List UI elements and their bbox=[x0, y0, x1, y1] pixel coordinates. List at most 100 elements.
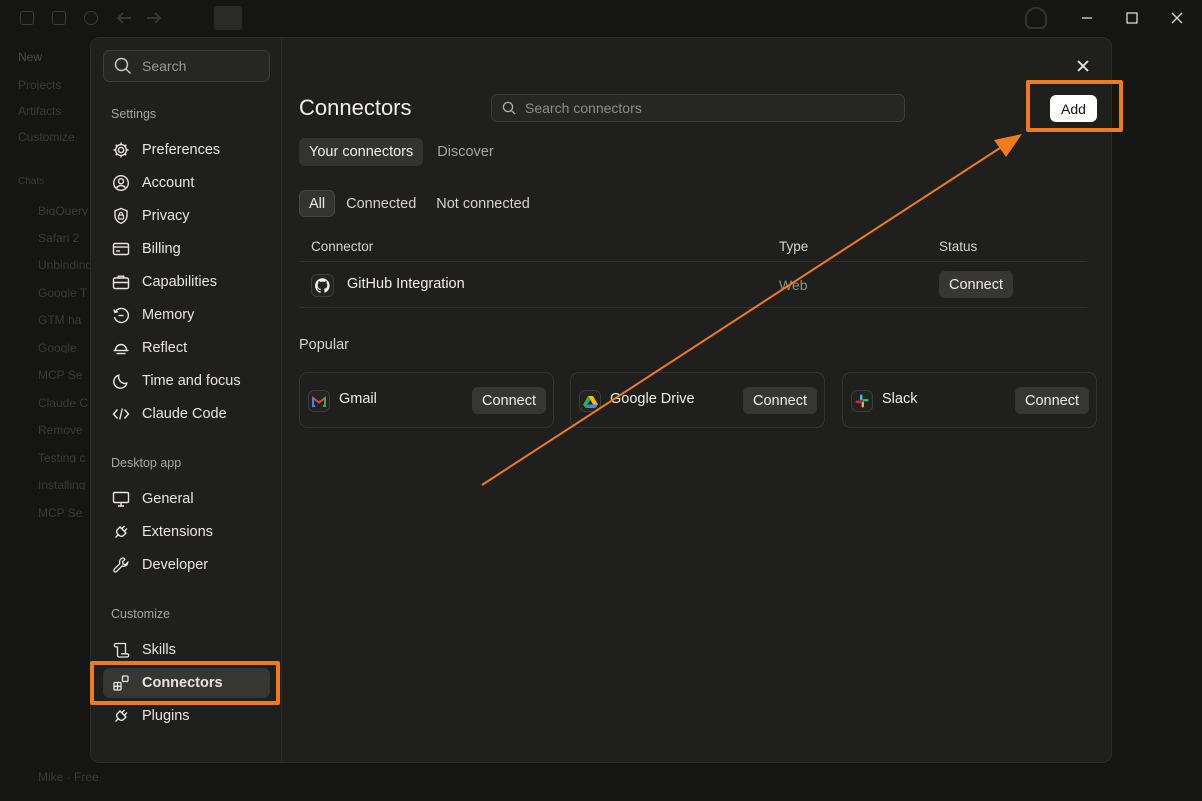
maximize-icon[interactable] bbox=[1123, 9, 1141, 27]
sidebar-toggle-icon bbox=[20, 11, 34, 25]
forward-arrow-icon bbox=[146, 11, 162, 25]
column-status: Status bbox=[939, 239, 978, 254]
briefcase-icon bbox=[112, 275, 130, 290]
nav-label: Developer bbox=[142, 557, 209, 573]
panel-icon bbox=[52, 11, 66, 25]
moon-icon bbox=[113, 374, 128, 389]
nav-label: Claude Code bbox=[142, 406, 227, 422]
column-type: Type bbox=[779, 239, 809, 254]
nav-item-connectors[interactable]: Connectors bbox=[103, 668, 270, 698]
nav-label: Extensions bbox=[142, 524, 213, 540]
nav-item-claude-code[interactable]: Claude Code bbox=[103, 399, 270, 429]
credit-card-icon bbox=[112, 242, 130, 256]
window-close-icon[interactable] bbox=[1168, 9, 1186, 27]
popular-card-gmail: Gmail Connect bbox=[299, 372, 554, 428]
tab-discover[interactable]: Discover bbox=[427, 138, 503, 166]
section-label-settings: Settings bbox=[111, 107, 157, 121]
connect-gmail-button[interactable]: Connect bbox=[471, 387, 546, 414]
connectors-search-placeholder: Search connectors bbox=[525, 100, 642, 116]
connectors-search-input[interactable]: Search connectors bbox=[491, 94, 905, 122]
search-icon bbox=[502, 101, 516, 115]
slack-icon bbox=[851, 390, 873, 412]
connector-tabs: Your connectors Discover bbox=[299, 138, 504, 166]
add-connector-button[interactable]: Add bbox=[1050, 95, 1097, 122]
popular-card-slack: Slack Connect bbox=[842, 372, 1097, 428]
bg-user: Mike · Free bbox=[38, 770, 99, 782]
page-title: Connectors bbox=[299, 95, 412, 120]
filter-all[interactable]: All bbox=[299, 190, 336, 217]
nav-item-developer[interactable]: Developer bbox=[103, 550, 270, 580]
nav-label: Capabilities bbox=[142, 274, 217, 290]
background-toolbar bbox=[0, 0, 1202, 36]
connect-slack-button[interactable]: Connect bbox=[1014, 387, 1089, 414]
nav-item-preferences[interactable]: Preferences bbox=[103, 135, 270, 165]
nav-item-skills[interactable]: Skills bbox=[103, 635, 270, 665]
card-name: Slack bbox=[882, 391, 918, 407]
bg-item: New bbox=[18, 50, 43, 62]
nav-label: Reflect bbox=[142, 340, 188, 356]
nav-item-account[interactable]: Account bbox=[103, 168, 270, 198]
shield-lock-icon bbox=[114, 207, 128, 225]
nav-item-general[interactable]: General bbox=[103, 484, 270, 514]
bg-item: Projects bbox=[18, 78, 62, 90]
nav-label: Privacy bbox=[142, 208, 190, 224]
nav-item-reflect[interactable]: Reflect bbox=[103, 333, 270, 363]
nav-item-billing[interactable]: Billing bbox=[103, 234, 270, 264]
popular-card-google-drive: Google Drive Connect bbox=[570, 372, 825, 428]
nav-label: Plugins bbox=[142, 708, 190, 724]
connect-github-button[interactable]: Connect bbox=[939, 271, 1014, 298]
card-name: Gmail bbox=[339, 391, 377, 407]
nav-item-time-and-focus[interactable]: Time and focus bbox=[103, 366, 270, 396]
popular-heading: Popular bbox=[299, 337, 349, 353]
settings-sidebar: Search Settings Preferences Account Priv… bbox=[91, 38, 282, 762]
nav-item-capabilities[interactable]: Capabilities bbox=[103, 267, 270, 297]
connector-type: Web bbox=[779, 277, 808, 293]
tab-your-connectors[interactable]: Your connectors bbox=[299, 138, 424, 166]
notification-icon bbox=[1025, 7, 1047, 29]
section-label-customize: Customize bbox=[111, 607, 171, 621]
nav-label: Preferences bbox=[142, 142, 221, 158]
close-icon[interactable] bbox=[1073, 56, 1093, 76]
settings-modal: Search Settings Preferences Account Priv… bbox=[90, 37, 1112, 763]
background-sidebar: New Projects Artifacts Customize Chats B… bbox=[0, 36, 99, 801]
column-connector: Connector bbox=[311, 239, 374, 254]
nav-item-plugins[interactable]: Plugins bbox=[103, 701, 270, 731]
wrench-icon bbox=[113, 557, 129, 573]
filter-connected[interactable]: Connected bbox=[337, 190, 425, 217]
nav-label: Connectors bbox=[142, 675, 223, 691]
chat-mode-icon bbox=[214, 6, 242, 30]
connect-google-drive-button[interactable]: Connect bbox=[742, 387, 817, 414]
back-arrow-icon bbox=[116, 11, 131, 25]
settings-search-input[interactable]: Search bbox=[103, 50, 270, 82]
memory-icon bbox=[113, 307, 129, 324]
minimize-icon[interactable] bbox=[1078, 9, 1096, 27]
github-icon bbox=[311, 274, 334, 297]
nav-label: Skills bbox=[142, 642, 176, 658]
search-icon bbox=[114, 57, 132, 75]
connector-name: GitHub Integration bbox=[347, 276, 465, 292]
bg-item: Chats bbox=[18, 176, 45, 187]
filter-not-connected[interactable]: Not connected bbox=[427, 190, 539, 217]
card-name: Google Drive bbox=[610, 391, 695, 407]
user-circle-icon bbox=[112, 174, 130, 192]
gear-icon bbox=[113, 142, 129, 158]
monitor-icon bbox=[112, 491, 130, 507]
nav-item-extensions[interactable]: Extensions bbox=[103, 517, 270, 547]
nav-label: General bbox=[142, 491, 194, 507]
search-icon bbox=[84, 11, 98, 25]
nav-label: Billing bbox=[142, 241, 181, 257]
nav-item-privacy[interactable]: Privacy bbox=[103, 201, 270, 231]
status-filters: All Connected Not connected bbox=[299, 190, 539, 217]
sunrise-icon bbox=[113, 343, 129, 355]
nav-label: Memory bbox=[142, 307, 195, 323]
bg-item: Artifacts bbox=[18, 104, 62, 116]
gmail-icon bbox=[308, 390, 330, 412]
connectors-panel: Connectors Search connectors Add Your co… bbox=[283, 38, 1111, 762]
scroll-icon bbox=[113, 642, 130, 658]
plug-icon bbox=[115, 709, 128, 722]
nav-item-memory[interactable]: Memory bbox=[103, 300, 270, 330]
table-row: GitHub Integration Web Connect bbox=[299, 263, 1087, 308]
nav-label: Time and focus bbox=[142, 373, 241, 389]
settings-search-placeholder: Search bbox=[142, 58, 187, 74]
plug-icon bbox=[115, 525, 128, 538]
